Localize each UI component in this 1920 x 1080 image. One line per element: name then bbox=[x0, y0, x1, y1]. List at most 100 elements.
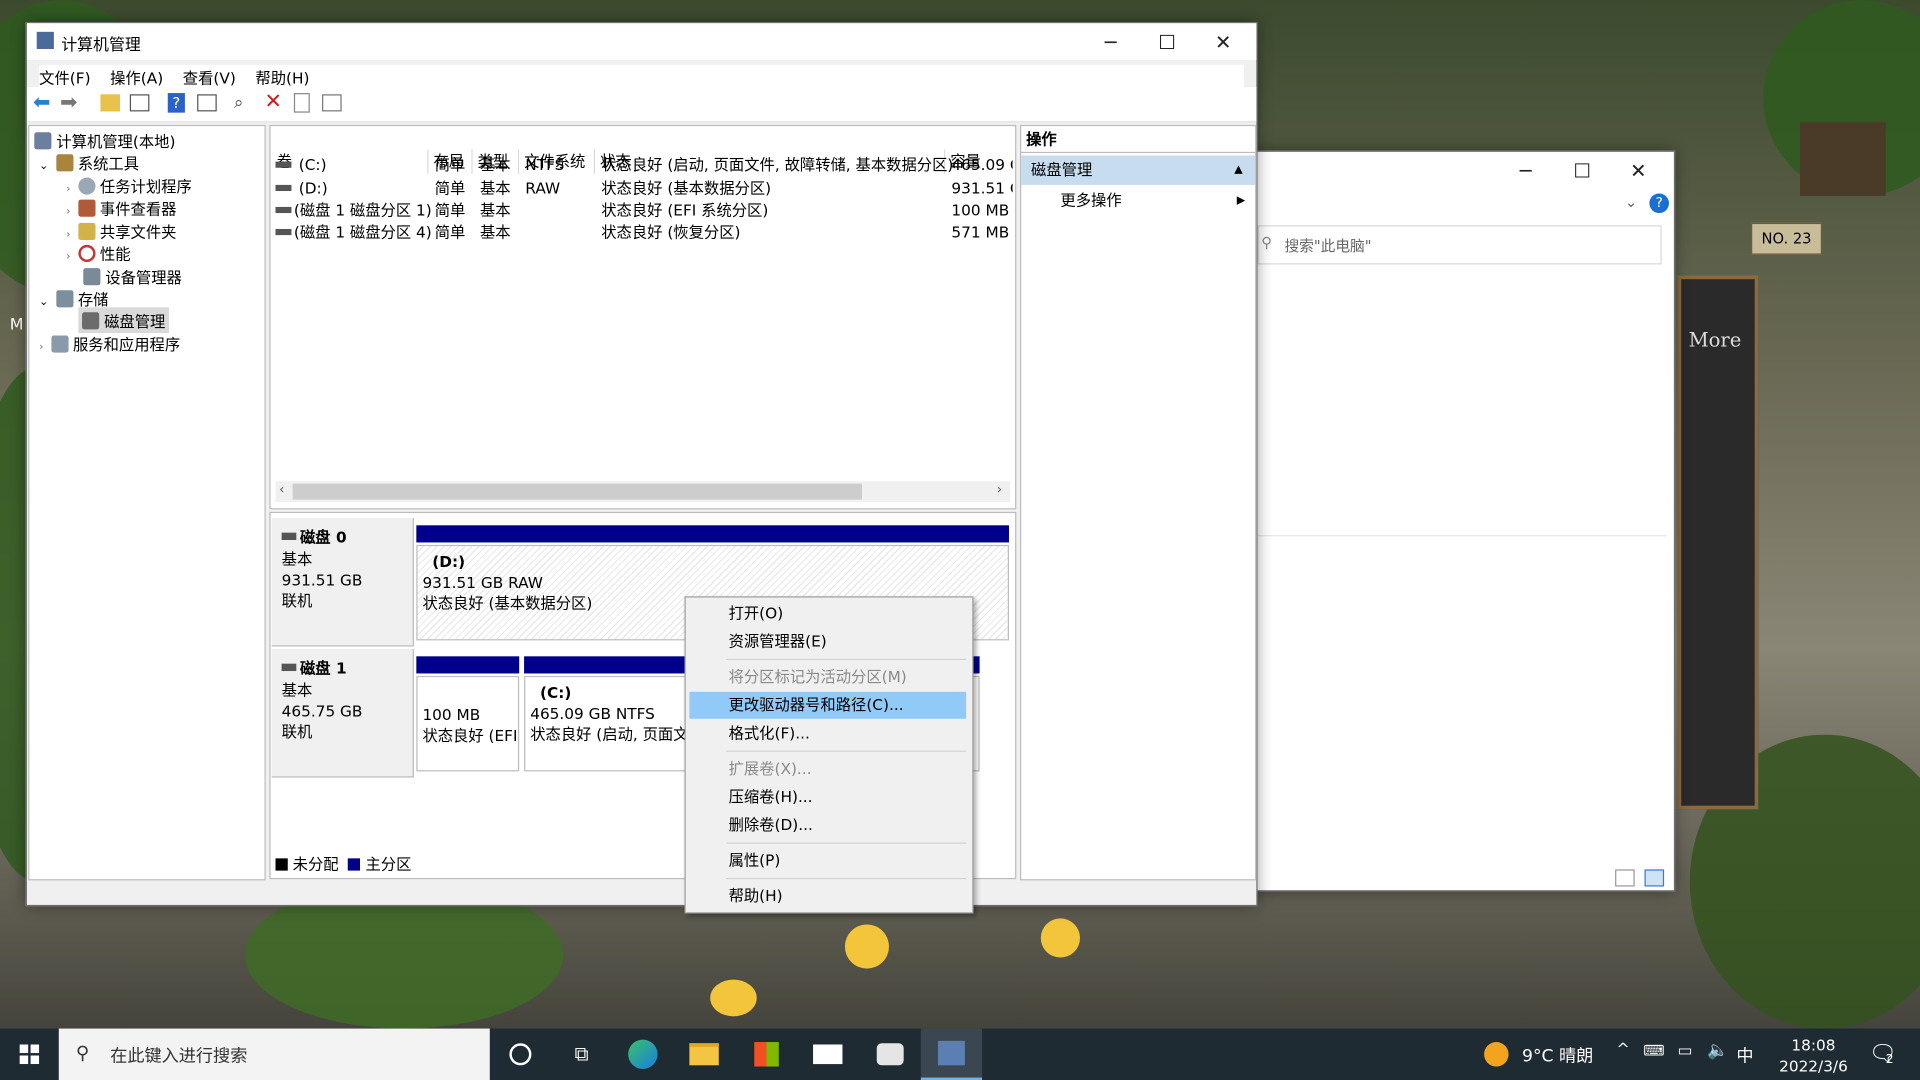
ime-mode-icon[interactable]: ⌨ bbox=[1643, 1042, 1664, 1059]
tree-item-device-manager[interactable]: 设备管理器 bbox=[83, 264, 182, 287]
ctx-change-drive-letter[interactable]: 更改驱动器号和路径(C)... bbox=[689, 691, 967, 719]
chevron-right-icon[interactable]: › bbox=[66, 251, 70, 263]
details-view-icon[interactable] bbox=[1615, 869, 1635, 887]
tree-item-storage[interactable]: ⌄ 存储 bbox=[39, 287, 108, 310]
taskbar-snipping[interactable] bbox=[860, 1029, 921, 1080]
task-view-button[interactable]: ⧉ bbox=[551, 1029, 612, 1080]
up-folder-icon[interactable] bbox=[100, 94, 121, 112]
taskbar-search-placeholder: 在此键入进行搜索 bbox=[110, 1046, 248, 1067]
ime-indicator[interactable]: 中 bbox=[1736, 1043, 1753, 1067]
forward-icon[interactable]: ➡ bbox=[60, 91, 77, 115]
disk1-label-panel[interactable]: 磁盘 1 基本 465.75 GB 联机 bbox=[271, 648, 414, 778]
show-hide-tree-icon[interactable] bbox=[129, 94, 150, 112]
tree-item-shared-folders[interactable]: › 共享文件夹 bbox=[66, 219, 176, 242]
table-row[interactable]: (磁盘 1 磁盘分区 1) 简单 基本 状态良好 (EFI 系统分区) 100 MB bbox=[271, 200, 1013, 222]
tree-item-event-viewer[interactable]: › 事件查看器 bbox=[66, 196, 176, 219]
event-viewer-icon bbox=[77, 199, 96, 217]
delete-icon[interactable]: ✕ bbox=[264, 89, 281, 113]
menu-help[interactable]: 帮助(H) bbox=[255, 69, 309, 87]
taskbar-store[interactable] bbox=[736, 1029, 797, 1080]
close-button[interactable]: ✕ bbox=[1610, 152, 1666, 189]
connect-icon[interactable]: ⌕ bbox=[234, 93, 244, 113]
start-button[interactable] bbox=[0, 1029, 59, 1080]
ctx-format[interactable]: 格式化(F)... bbox=[689, 720, 966, 747]
chevron-right-icon[interactable]: › bbox=[39, 342, 43, 354]
ctx-help[interactable]: 帮助(H) bbox=[689, 883, 966, 910]
network-icon[interactable]: ▭ bbox=[1678, 1042, 1693, 1060]
scrollbar-thumb[interactable] bbox=[292, 483, 863, 500]
chevron-right-icon[interactable]: › bbox=[66, 184, 70, 196]
minimize-button[interactable]: ─ bbox=[1498, 152, 1554, 189]
cell-layout: 简单 bbox=[434, 200, 466, 220]
properties-pane-icon[interactable] bbox=[197, 94, 217, 112]
action-center-button[interactable]: 🗨 2 bbox=[1864, 1038, 1901, 1070]
cell-name: (磁盘 1 磁盘分区 1) bbox=[293, 200, 432, 220]
taskbar-mail[interactable] bbox=[797, 1029, 858, 1080]
large-icons-view-icon[interactable] bbox=[1644, 869, 1665, 887]
explorer-window[interactable]: ─ ☐ ✕ ⌄ ? ⚲ 搜索"此电脑" bbox=[1248, 150, 1676, 892]
checklist-icon[interactable] bbox=[293, 93, 310, 113]
disk-icon bbox=[281, 663, 297, 672]
tree-item-services-apps[interactable]: › 服务和应用程序 bbox=[39, 332, 180, 355]
actions-more[interactable]: 更多操作 ▶ bbox=[1021, 187, 1255, 214]
tree-item-task-scheduler[interactable]: › 任务计划程序 bbox=[66, 174, 192, 197]
taskbar-edge[interactable] bbox=[612, 1029, 673, 1080]
tree-item-disk-management[interactable]: 磁盘管理 bbox=[78, 307, 169, 334]
weather-widget[interactable]: 9°C 晴朗 bbox=[1522, 1043, 1593, 1067]
menu-file[interactable]: 文件(F) bbox=[39, 69, 90, 87]
menu-action[interactable]: 操作(A) bbox=[110, 69, 163, 87]
show-hidden-icons[interactable]: ^ bbox=[1616, 1041, 1629, 1059]
computer-management-window[interactable]: 计算机管理 ─ ☐ ✕ 文件(F) 操作(A) 查看(V) 帮助(H) ⬅ ➡ ? ⌕… bbox=[25, 22, 1258, 907]
clock[interactable]: 18:08 2022/3/6 bbox=[1776, 1035, 1852, 1077]
help-icon[interactable]: ? bbox=[1649, 193, 1669, 214]
search-placeholder: 搜索"此电脑" bbox=[1284, 237, 1372, 255]
ctx-open[interactable]: 打开(O) bbox=[689, 600, 966, 627]
search-box[interactable]: ⚲ 搜索"此电脑" bbox=[1257, 225, 1662, 265]
scroll-right-arrow[interactable]: › bbox=[997, 481, 1002, 497]
disk0-label-panel[interactable]: 磁盘 0 基本 931.51 GB 联机 bbox=[271, 517, 414, 647]
maximize-button[interactable]: ☐ bbox=[1554, 152, 1610, 189]
tree-item-system-tools[interactable]: ⌄ 系统工具 bbox=[39, 151, 139, 174]
scroll-left-arrow[interactable]: ‹ bbox=[279, 481, 284, 497]
ctx-properties[interactable]: 属性(P) bbox=[689, 847, 966, 874]
legend-primary: 主分区 bbox=[365, 854, 412, 874]
volume-icon bbox=[275, 161, 292, 168]
cell-status: 状态良好 (恢复分区) bbox=[601, 222, 741, 242]
maximize-button[interactable]: ☐ bbox=[1139, 23, 1195, 60]
actions-section-disk-management[interactable]: 磁盘管理 ▲ bbox=[1021, 155, 1256, 185]
ctx-delete[interactable]: 删除卷(D)... bbox=[689, 812, 966, 839]
ctx-explorer[interactable]: 资源管理器(E) bbox=[689, 628, 966, 655]
primary-partition-bar bbox=[416, 525, 1009, 543]
legend-unallocated: 未分配 bbox=[292, 854, 339, 874]
partition-efi[interactable]: 100 MB 状态良好 (EFI bbox=[416, 675, 520, 772]
ctx-extend[interactable]: 扩展卷(X)... bbox=[689, 756, 966, 783]
chevron-right-icon[interactable]: › bbox=[66, 229, 70, 241]
chevron-down-icon[interactable]: ⌄ bbox=[39, 160, 48, 172]
console-icon[interactable] bbox=[322, 94, 342, 112]
table-row[interactable]: (D:) 简单基本 RAW 状态良好 (基本数据分区) 931.51 G bbox=[271, 178, 1013, 200]
horizontal-scrollbar[interactable]: ‹ › bbox=[275, 481, 1011, 503]
chevron-right-icon[interactable]: › bbox=[66, 206, 70, 218]
chevron-down-icon[interactable]: ⌄ bbox=[1625, 193, 1637, 210]
table-row[interactable]: (磁盘 1 磁盘分区 4) 简单 基本 状态良好 (恢复分区) 571 MB bbox=[271, 222, 1013, 244]
menu-view[interactable]: 查看(V) bbox=[183, 69, 236, 87]
taskbar-file-explorer[interactable] bbox=[673, 1029, 734, 1080]
close-button[interactable]: ✕ bbox=[1195, 23, 1251, 60]
volume-icon[interactable]: 🔈 bbox=[1707, 1041, 1728, 1061]
table-row[interactable]: (C:) 简单 基本 NTFS 状态良好 (启动, 页面文件, 故障转储, 基本数据分区… bbox=[271, 154, 1013, 176]
minimize-button[interactable]: ─ bbox=[1082, 23, 1138, 60]
tree-item-performance[interactable]: › 性能 bbox=[66, 241, 131, 264]
chevron-down-icon[interactable]: ⌄ bbox=[39, 296, 48, 308]
title-bar[interactable]: 计算机管理 ─ ☐ ✕ bbox=[26, 23, 1257, 61]
ctx-mark-active[interactable]: 将分区标记为活动分区(M) bbox=[689, 664, 966, 691]
help-icon[interactable]: ? bbox=[167, 93, 185, 113]
snipping-tool-icon bbox=[876, 1043, 904, 1066]
cortana-button[interactable] bbox=[490, 1029, 551, 1080]
back-icon[interactable]: ⬅ bbox=[33, 91, 50, 115]
taskbar-computer-management[interactable] bbox=[920, 1028, 983, 1080]
legend-unallocated-swatch bbox=[275, 858, 288, 871]
ctx-shrink[interactable]: 压缩卷(H)... bbox=[689, 784, 966, 811]
tree-item-root[interactable]: 计算机管理(本地) bbox=[34, 129, 175, 152]
taskbar-search-box[interactable]: ⚲ 在此键入进行搜索 bbox=[58, 1028, 490, 1080]
collapse-arrow-icon[interactable]: ▲ bbox=[1234, 156, 1242, 185]
